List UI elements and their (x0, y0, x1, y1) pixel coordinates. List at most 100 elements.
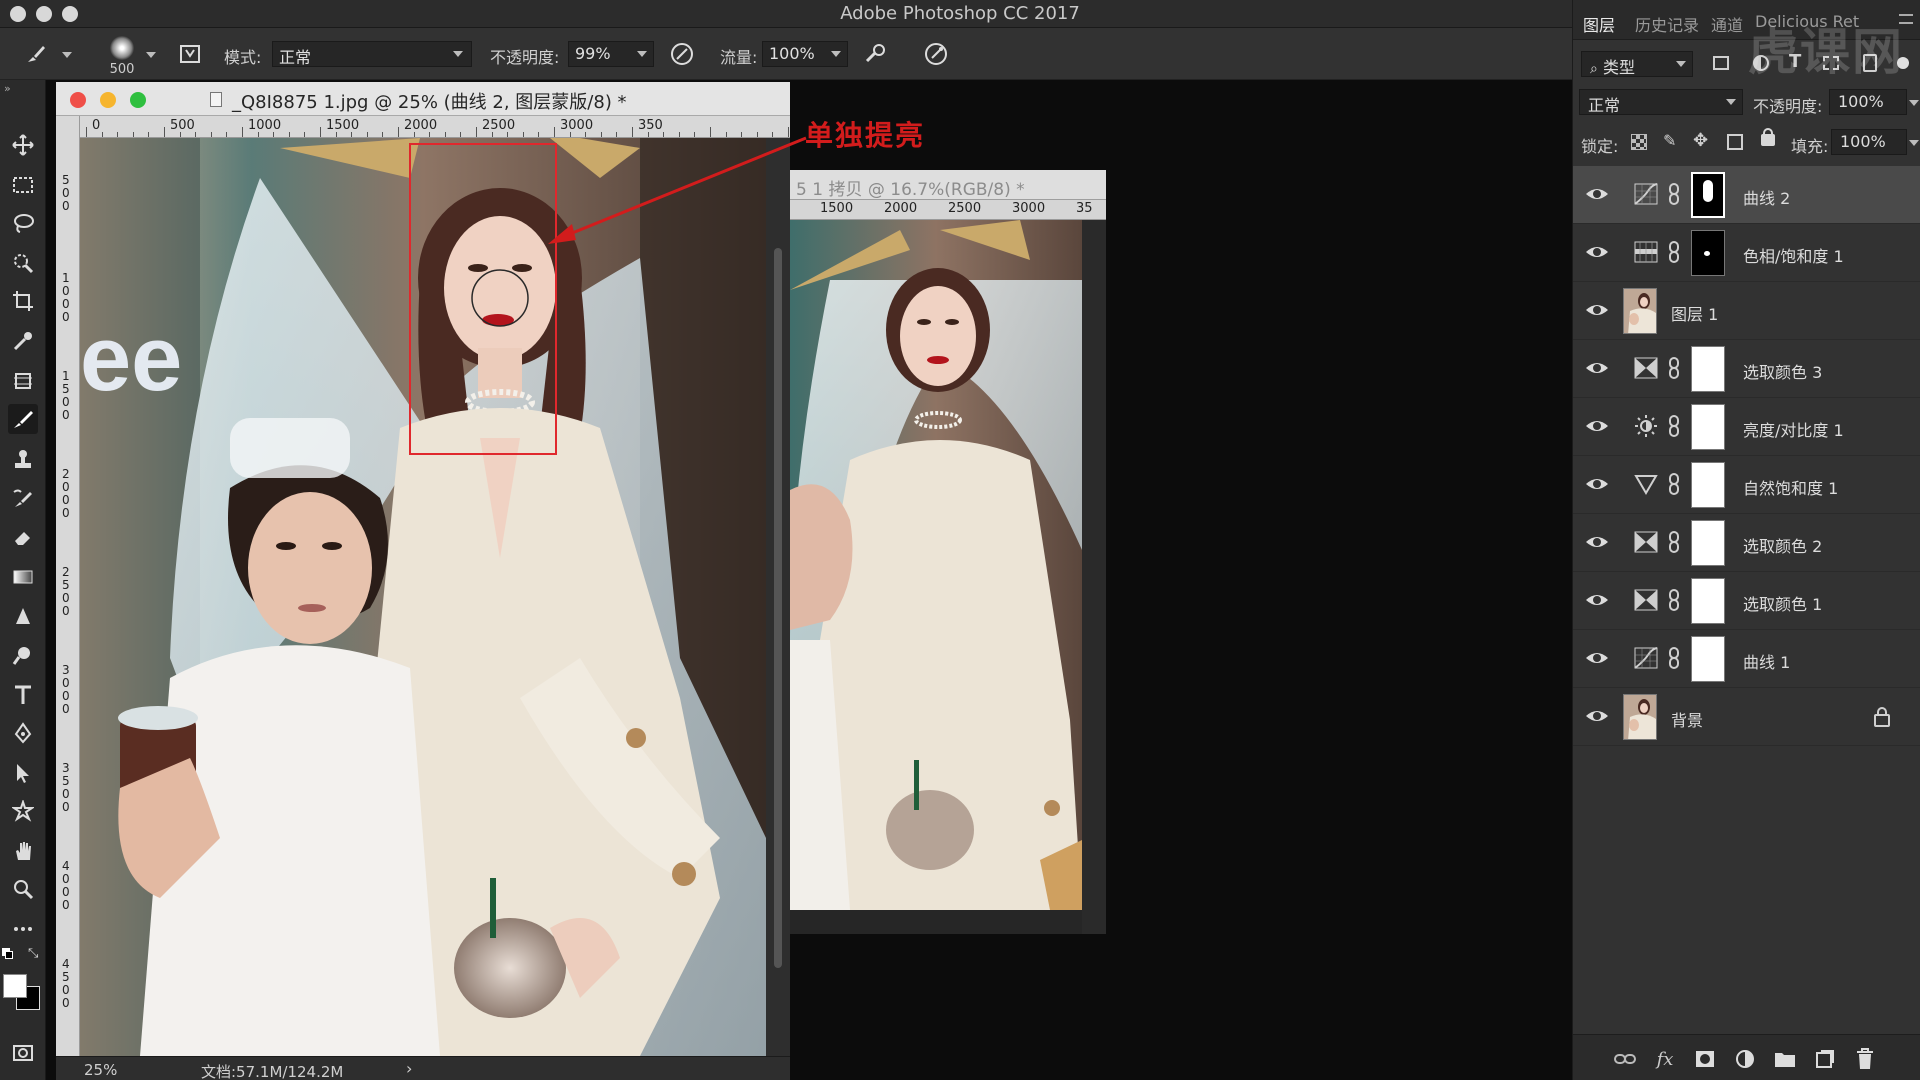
stamp-tool-icon[interactable] (8, 444, 38, 474)
lock-position-icon[interactable]: ✥ (1693, 130, 1708, 151)
quick-mask-icon[interactable] (8, 1038, 38, 1068)
pressure-opacity-icon[interactable] (668, 40, 696, 68)
eye-icon[interactable] (1585, 184, 1609, 204)
eye-icon[interactable] (1585, 242, 1609, 262)
layer-row[interactable]: 背景 (1573, 688, 1920, 746)
mode-select[interactable]: 正常 (272, 41, 472, 67)
lock-pixels-icon[interactable]: ✎ (1663, 131, 1676, 150)
link-icon[interactable] (1667, 240, 1681, 264)
link-icon[interactable] (1667, 182, 1681, 206)
opacity-input[interactable]: 99% (568, 41, 654, 67)
layer-mask-thumbnail[interactable] (1691, 636, 1725, 682)
pressure-size-icon[interactable] (922, 40, 950, 68)
zoom-level[interactable]: 25% (84, 1061, 117, 1079)
document-tab[interactable]: _Q8I8875 1.jpg @ 25% (曲线 2, 图层蒙版/8) * (56, 82, 790, 116)
quick-selection-tool-icon[interactable] (8, 248, 38, 278)
lock-all-icon[interactable] (1761, 128, 1775, 146)
eye-icon[interactable] (1585, 416, 1609, 436)
minimize-document-icon[interactable] (100, 92, 116, 108)
chevron-down-icon[interactable] (146, 52, 156, 58)
vertical-scrollbar[interactable] (766, 138, 790, 1056)
layer-row[interactable]: 选取颜色 1 (1573, 572, 1920, 630)
layer-row[interactable]: 选取颜色 2 (1573, 514, 1920, 572)
layer-row[interactable]: 图层 1 (1573, 282, 1920, 340)
brush-size-preview[interactable]: 500 (102, 34, 142, 78)
layer-mask-thumbnail[interactable] (1691, 346, 1725, 392)
tab-history[interactable]: 历史记录 (1635, 12, 1699, 36)
eye-icon[interactable] (1585, 300, 1609, 320)
layer-mask-thumbnail[interactable] (1691, 172, 1725, 218)
swap-colors-icon[interactable]: ⤡ (28, 946, 38, 961)
custom-shape-tool-icon[interactable] (8, 796, 38, 826)
blend-mode-select[interactable]: 正常 (1579, 89, 1743, 115)
tab-layers[interactable]: 图层 (1583, 12, 1615, 36)
lasso-tool-icon[interactable] (8, 208, 38, 238)
eye-icon[interactable] (1585, 474, 1609, 494)
eye-icon[interactable] (1585, 532, 1609, 552)
lock-artboard-icon[interactable] (1727, 134, 1743, 150)
blur-tool-icon[interactable] (8, 602, 38, 632)
layer-filter-select[interactable]: ⌕ 类型 (1581, 51, 1693, 77)
more-tools-icon[interactable] (8, 914, 38, 944)
pen-tool-icon[interactable] (8, 718, 38, 748)
flow-input[interactable]: 100% (762, 41, 848, 67)
filter-pixel-icon[interactable] (1713, 56, 1729, 70)
brush-tool-preset-icon[interactable] (22, 40, 50, 68)
path-selection-tool-icon[interactable] (8, 758, 38, 788)
layer-mask-thumbnail[interactable] (1691, 520, 1725, 566)
layer-opacity-input[interactable]: 100% (1829, 89, 1907, 115)
marquee-tool-icon[interactable] (8, 170, 38, 200)
link-icon[interactable] (1667, 646, 1681, 670)
scrollbar-thumb[interactable] (774, 248, 782, 968)
link-icon[interactable] (1667, 414, 1681, 438)
eye-icon[interactable] (1585, 590, 1609, 610)
new-adjustment-layer-icon[interactable] (1733, 1047, 1757, 1071)
zoom-tool-icon[interactable] (8, 874, 38, 904)
status-menu-arrow[interactable]: › (406, 1059, 412, 1078)
layer-mask-thumbnail[interactable] (1691, 230, 1725, 276)
eyedropper-tool-icon[interactable] (8, 326, 38, 356)
airbrush-icon[interactable] (862, 40, 890, 68)
eraser-tool-icon[interactable] (8, 522, 38, 552)
copy-canvas[interactable] (790, 220, 1082, 910)
default-colors-icon[interactable] (2, 948, 14, 960)
layer-row[interactable]: 亮度/对比度 1 (1573, 398, 1920, 456)
link-icon[interactable] (1667, 588, 1681, 612)
link-icon[interactable] (1667, 472, 1681, 496)
chevron-down-icon[interactable] (62, 52, 72, 58)
close-document-icon[interactable] (70, 92, 86, 108)
layer-mask-thumbnail[interactable] (1691, 462, 1725, 508)
lock-transparent-icon[interactable] (1631, 134, 1647, 150)
frame-tool-icon[interactable] (8, 366, 38, 396)
new-layer-icon[interactable] (1813, 1047, 1837, 1071)
eye-icon[interactable] (1585, 706, 1609, 726)
chevron-down-icon[interactable] (1909, 100, 1919, 106)
foreground-color-swatch[interactable] (3, 974, 27, 998)
copy-horizontal-ruler[interactable]: 1500 2000 2500 3000 35 (790, 200, 1106, 220)
layer-row[interactable]: 色相/饱和度 1 (1573, 224, 1920, 282)
type-tool-icon[interactable] (8, 680, 38, 710)
layer-row[interactable]: 自然饱和度 1 (1573, 456, 1920, 514)
eye-icon[interactable] (1585, 648, 1609, 668)
eye-icon[interactable] (1585, 358, 1609, 378)
link-icon[interactable] (1667, 356, 1681, 380)
tab-channels[interactable]: 通道 (1711, 12, 1743, 36)
add-mask-icon[interactable] (1693, 1047, 1717, 1071)
link-layers-icon[interactable] (1613, 1047, 1637, 1071)
vertical-ruler[interactable]: 5 0 0 1 0 0 0 1 5 0 0 2 0 0 0 2 5 0 0 3 0 0 0… (56, 116, 80, 1068)
lock-icon[interactable] (1873, 706, 1891, 728)
new-group-icon[interactable] (1773, 1047, 1797, 1071)
image-canvas[interactable]: ee (80, 138, 766, 1056)
fill-input[interactable]: 100% (1831, 129, 1907, 155)
layer-thumbnail[interactable] (1623, 694, 1657, 740)
layer-row[interactable]: 选取颜色 3 (1573, 340, 1920, 398)
delete-layer-icon[interactable] (1853, 1047, 1877, 1071)
layer-effects-icon[interactable]: fx (1653, 1047, 1677, 1071)
crop-tool-icon[interactable] (8, 286, 38, 316)
layer-row[interactable]: 曲线 2 (1573, 166, 1920, 224)
dodge-tool-icon[interactable] (8, 640, 38, 670)
brush-tool-icon[interactable] (8, 404, 38, 434)
layer-mask-thumbnail[interactable] (1691, 404, 1725, 450)
move-tool-icon[interactable] (8, 130, 38, 160)
document-copy-tab[interactable]: 5 1 拷贝 @ 16.7%(RGB/8) * (790, 170, 1106, 200)
